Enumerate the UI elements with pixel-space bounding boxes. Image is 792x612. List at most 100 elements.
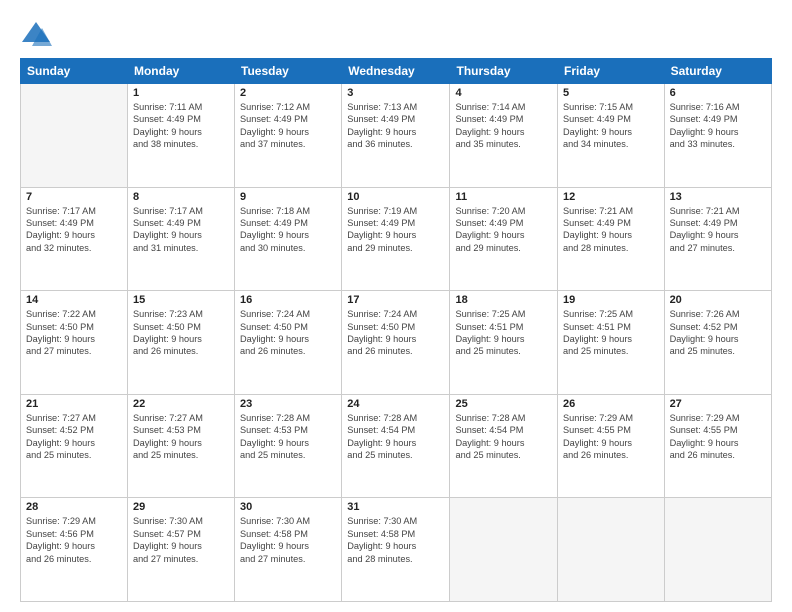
column-header-monday: Monday [127, 59, 234, 84]
calendar-week-row-1: 1 Sunrise: 7:11 AM Sunset: 4:49 PM Daylig… [21, 84, 772, 188]
calendar-cell: 17Sunrise: 7:24 AM Sunset: 4:50 PM Dayli… [342, 291, 450, 395]
calendar-cell: 2 Sunrise: 7:12 AM Sunset: 4:49 PM Daylig… [235, 84, 342, 188]
calendar-cell: 22 Sunrise: 7:27 AM Sunset: 4:53 PM Dayli… [127, 394, 234, 498]
day-info: Sunrise: 7:14 AM Sunset: 4:49 PM Dayligh… [455, 101, 552, 151]
calendar-cell [450, 498, 558, 602]
calendar-cell [21, 84, 128, 188]
day-number: 29 [133, 501, 229, 513]
day-info: Sunrise: 7:26 AM Sunset: 4:52 PM Dayligh… [670, 308, 766, 358]
calendar-cell: 4 Sunrise: 7:14 AM Sunset: 4:49 PM Daylig… [450, 84, 558, 188]
day-info: Sunrise: 7:29 AM Sunset: 4:56 PM Dayligh… [26, 515, 122, 565]
day-number: 7 [26, 191, 122, 203]
calendar-cell: 11 Sunrise: 7:20 AM Sunset: 4:49 PM Dayli… [450, 187, 558, 291]
calendar-cell: 7 Sunrise: 7:17 AM Sunset: 4:49 PM Daylig… [21, 187, 128, 291]
day-info: Sunrise: 7:20 AM Sunset: 4:49 PM Dayligh… [455, 205, 552, 255]
day-number: 22 [133, 398, 229, 410]
day-number: 26 [563, 398, 659, 410]
day-info: Sunrise: 7:30 AM Sunset: 4:57 PM Dayligh… [133, 515, 229, 565]
logo-icon [20, 20, 52, 48]
day-number: 21 [26, 398, 122, 410]
logo [20, 20, 56, 48]
calendar-cell [558, 498, 665, 602]
day-number: 1 [133, 87, 229, 99]
calendar-cell: 9Sunrise: 7:18 AM Sunset: 4:49 PM Daylig… [235, 187, 342, 291]
day-number: 24 [347, 398, 444, 410]
column-header-tuesday: Tuesday [235, 59, 342, 84]
day-info: Sunrise: 7:28 AM Sunset: 4:54 PM Dayligh… [347, 412, 444, 462]
day-number: 15 [133, 294, 229, 306]
calendar-page: SundayMondayTuesdayWednesdayThursdayFrid… [0, 0, 792, 612]
day-info: Sunrise: 7:25 AM Sunset: 4:51 PM Dayligh… [455, 308, 552, 358]
day-info: Sunrise: 7:21 AM Sunset: 4:49 PM Dayligh… [563, 205, 659, 255]
day-info: Sunrise: 7:17 AM Sunset: 4:49 PM Dayligh… [26, 205, 122, 255]
column-header-thursday: Thursday [450, 59, 558, 84]
day-number: 13 [670, 191, 766, 203]
day-number: 8 [133, 191, 229, 203]
day-info: Sunrise: 7:28 AM Sunset: 4:54 PM Dayligh… [455, 412, 552, 462]
calendar-cell: 21 Sunrise: 7:27 AM Sunset: 4:52 PM Dayli… [21, 394, 128, 498]
day-info: Sunrise: 7:30 AM Sunset: 4:58 PM Dayligh… [347, 515, 444, 565]
day-number: 2 [240, 87, 336, 99]
day-number: 27 [670, 398, 766, 410]
calendar-cell: 26 Sunrise: 7:29 AM Sunset: 4:55 PM Dayli… [558, 394, 665, 498]
day-info: Sunrise: 7:12 AM Sunset: 4:49 PM Dayligh… [240, 101, 336, 151]
day-number: 19 [563, 294, 659, 306]
calendar-cell: 29 Sunrise: 7:30 AM Sunset: 4:57 PM Dayli… [127, 498, 234, 602]
day-number: 6 [670, 87, 766, 99]
day-info: Sunrise: 7:29 AM Sunset: 4:55 PM Dayligh… [563, 412, 659, 462]
day-info: Sunrise: 7:30 AM Sunset: 4:58 PM Dayligh… [240, 515, 336, 565]
day-number: 20 [670, 294, 766, 306]
calendar-cell: 13 Sunrise: 7:21 AM Sunset: 4:49 PM Dayli… [664, 187, 771, 291]
day-number: 5 [563, 87, 659, 99]
calendar-cell: 8 Sunrise: 7:17 AM Sunset: 4:49 PM Daylig… [127, 187, 234, 291]
calendar-week-row-4: 21 Sunrise: 7:27 AM Sunset: 4:52 PM Dayli… [21, 394, 772, 498]
calendar-cell [664, 498, 771, 602]
day-number: 11 [455, 191, 552, 203]
day-number: 25 [455, 398, 552, 410]
day-info: Sunrise: 7:27 AM Sunset: 4:53 PM Dayligh… [133, 412, 229, 462]
calendar-header-row: SundayMondayTuesdayWednesdayThursdayFrid… [21, 59, 772, 84]
day-number: 14 [26, 294, 122, 306]
day-number: 18 [455, 294, 552, 306]
day-number: 3 [347, 87, 444, 99]
day-number: 4 [455, 87, 552, 99]
day-number: 31 [347, 501, 444, 513]
day-number: 10 [347, 191, 444, 203]
day-info: Sunrise: 7:25 AM Sunset: 4:51 PM Dayligh… [563, 308, 659, 358]
day-info: Sunrise: 7:24 AM Sunset: 4:50 PM Dayligh… [347, 308, 444, 358]
day-info: Sunrise: 7:18 AM Sunset: 4:49 PM Dayligh… [240, 205, 336, 255]
day-info: Sunrise: 7:28 AM Sunset: 4:53 PM Dayligh… [240, 412, 336, 462]
day-info: Sunrise: 7:11 AM Sunset: 4:49 PM Dayligh… [133, 101, 229, 151]
column-header-wednesday: Wednesday [342, 59, 450, 84]
calendar-cell: 19 Sunrise: 7:25 AM Sunset: 4:51 PM Dayli… [558, 291, 665, 395]
calendar-cell: 3 Sunrise: 7:13 AM Sunset: 4:49 PM Daylig… [342, 84, 450, 188]
day-info: Sunrise: 7:29 AM Sunset: 4:55 PM Dayligh… [670, 412, 766, 462]
calendar-cell: 23 Sunrise: 7:28 AM Sunset: 4:53 PM Dayli… [235, 394, 342, 498]
day-info: Sunrise: 7:17 AM Sunset: 4:49 PM Dayligh… [133, 205, 229, 255]
calendar-cell: 24 Sunrise: 7:28 AM Sunset: 4:54 PM Dayli… [342, 394, 450, 498]
day-info: Sunrise: 7:16 AM Sunset: 4:49 PM Dayligh… [670, 101, 766, 151]
calendar-cell: 12 Sunrise: 7:21 AM Sunset: 4:49 PM Dayli… [558, 187, 665, 291]
day-info: Sunrise: 7:21 AM Sunset: 4:49 PM Dayligh… [670, 205, 766, 255]
day-info: Sunrise: 7:24 AM Sunset: 4:50 PM Dayligh… [240, 308, 336, 358]
calendar-cell: 15 Sunrise: 7:23 AM Sunset: 4:50 PM Dayli… [127, 291, 234, 395]
calendar-cell: 1 Sunrise: 7:11 AM Sunset: 4:49 PM Daylig… [127, 84, 234, 188]
day-info: Sunrise: 7:13 AM Sunset: 4:49 PM Dayligh… [347, 101, 444, 151]
calendar-cell: 10Sunrise: 7:19 AM Sunset: 4:49 PM Dayli… [342, 187, 450, 291]
day-info: Sunrise: 7:27 AM Sunset: 4:52 PM Dayligh… [26, 412, 122, 462]
day-number: 12 [563, 191, 659, 203]
day-info: Sunrise: 7:22 AM Sunset: 4:50 PM Dayligh… [26, 308, 122, 358]
calendar-cell: 14 Sunrise: 7:22 AM Sunset: 4:50 PM Dayli… [21, 291, 128, 395]
column-header-sunday: Sunday [21, 59, 128, 84]
calendar-table: SundayMondayTuesdayWednesdayThursdayFrid… [20, 58, 772, 602]
header [20, 20, 772, 48]
day-number: 28 [26, 501, 122, 513]
calendar-cell: 5Sunrise: 7:15 AM Sunset: 4:49 PM Daylig… [558, 84, 665, 188]
calendar-cell: 18 Sunrise: 7:25 AM Sunset: 4:51 PM Dayli… [450, 291, 558, 395]
calendar-cell: 16 Sunrise: 7:24 AM Sunset: 4:50 PM Dayli… [235, 291, 342, 395]
calendar-week-row-5: 28 Sunrise: 7:29 AM Sunset: 4:56 PM Dayli… [21, 498, 772, 602]
column-header-friday: Friday [558, 59, 665, 84]
day-number: 23 [240, 398, 336, 410]
day-info: Sunrise: 7:23 AM Sunset: 4:50 PM Dayligh… [133, 308, 229, 358]
day-number: 16 [240, 294, 336, 306]
